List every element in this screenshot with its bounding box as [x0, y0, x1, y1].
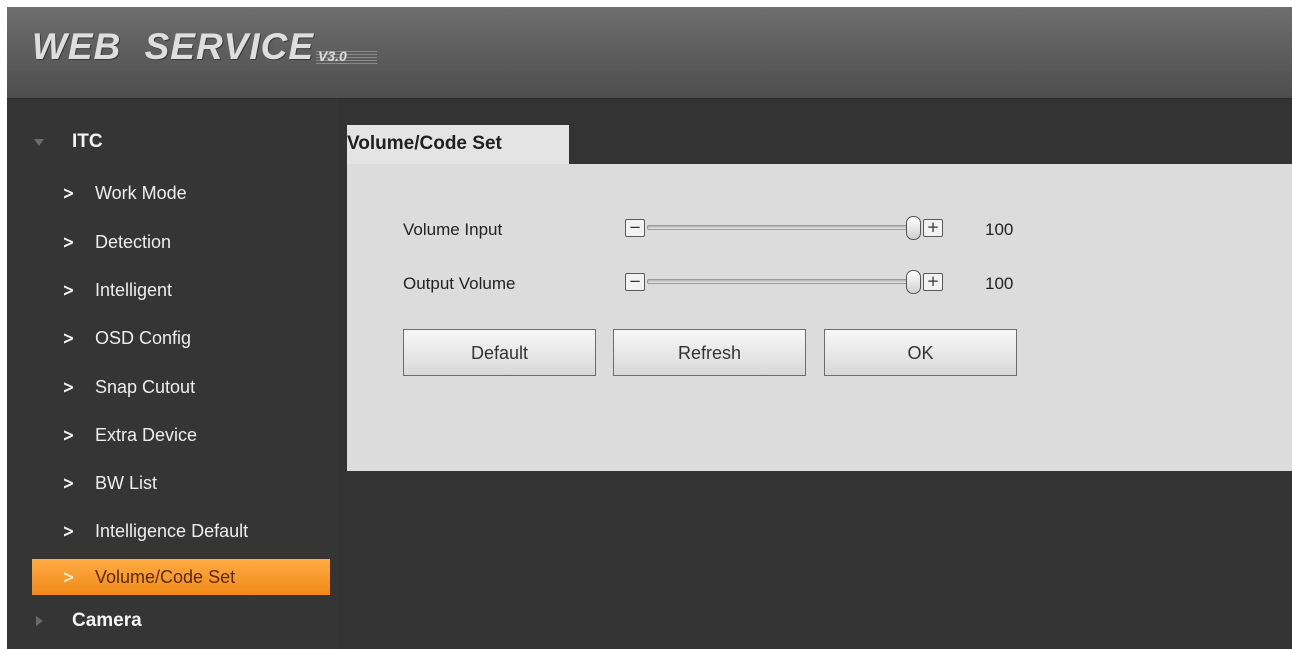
sidebar-item-detection[interactable]: > Detection [7, 224, 337, 260]
sidebar-item-label: Detection [95, 231, 172, 252]
chevron-right-icon: > [62, 279, 75, 301]
sidebar-item-intelligent[interactable]: > Intelligent [7, 272, 337, 308]
sidebar-item-volume-code-set[interactable]: > Volume/Code Set [32, 559, 330, 595]
chevron-right-icon: > [62, 231, 75, 253]
minus-icon[interactable]: − [625, 219, 645, 237]
sidebar-group-itc[interactable]: ITC [7, 127, 337, 157]
chevron-right-icon: > [62, 520, 75, 542]
sidebar-item-label: Intelligent [95, 279, 173, 300]
default-button[interactable]: Default [403, 329, 596, 376]
sidebar-item-osd-config[interactable]: > OSD Config [7, 320, 337, 356]
refresh-button[interactable]: Refresh [613, 329, 806, 376]
sidebar-item-label: Volume/Code Set [95, 566, 236, 587]
logo: WEB SERVICE V3.0 [32, 19, 377, 69]
chevron-right-icon: > [62, 182, 75, 204]
sidebar-item-work-mode[interactable]: > Work Mode [7, 175, 337, 211]
sidebar-item-extra-device[interactable]: > Extra Device [7, 417, 337, 453]
chevron-right-icon: > [62, 376, 75, 398]
slider-thumb[interactable] [906, 216, 921, 240]
sidebar-group-label: Camera [72, 610, 142, 631]
output-volume-label: Output Volume [403, 274, 516, 293]
logo-text: WEB SERVICE [32, 26, 315, 67]
sidebar-item-snap-cutout[interactable]: > Snap Cutout [7, 369, 337, 405]
plus-icon[interactable]: + [923, 273, 943, 291]
sidebar-item-label: Intelligence Default [95, 520, 249, 541]
output-volume-slider[interactable]: − + [625, 270, 945, 296]
page-title: Volume/Code Set [347, 133, 502, 154]
sidebar-item-bw-list[interactable]: > BW List [7, 465, 337, 501]
header-bar: WEB SERVICE V3.0 [7, 7, 1292, 99]
output-volume-value: 100 [985, 274, 1014, 293]
sidebar-item-label: Snap Cutout [95, 376, 196, 397]
minus-icon[interactable]: − [625, 273, 645, 291]
slider-thumb[interactable] [906, 270, 921, 294]
tab-volume-code-set: Volume/Code Set [347, 125, 569, 164]
settings-panel: Volume Input − + 100 Output Volume − + 1… [347, 164, 1292, 471]
chevron-right-icon: > [62, 566, 75, 588]
ok-button[interactable]: OK [824, 329, 1017, 376]
plus-icon[interactable]: + [923, 219, 943, 237]
chevron-right-icon: > [62, 472, 75, 494]
triangle-down-icon [34, 139, 44, 146]
slider-track[interactable] [647, 279, 911, 284]
sidebar-item-label: BW List [95, 472, 158, 493]
sidebar-group-label: ITC [72, 131, 103, 152]
volume-input-slider[interactable]: − + [625, 216, 945, 242]
chevron-right-icon: > [62, 327, 75, 349]
sidebar-item-intelligence-default[interactable]: > Intelligence Default [7, 513, 337, 549]
logo-version: V3.0 [316, 48, 377, 64]
chevron-right-icon: > [62, 424, 75, 446]
app-frame: WEB SERVICE V3.0 ITC > Work Mode > Detec… [7, 7, 1292, 649]
sidebar-item-label: Extra Device [95, 424, 198, 445]
sidebar: ITC > Work Mode > Detection > Intelligen… [7, 99, 337, 649]
sidebar-item-label: OSD Config [95, 327, 192, 348]
triangle-right-icon [36, 616, 43, 626]
sidebar-item-label: Work Mode [95, 182, 187, 203]
volume-input-label: Volume Input [403, 220, 503, 239]
slider-track[interactable] [647, 225, 911, 230]
volume-input-value: 100 [985, 220, 1014, 239]
sidebar-group-camera[interactable]: Camera [7, 606, 337, 636]
